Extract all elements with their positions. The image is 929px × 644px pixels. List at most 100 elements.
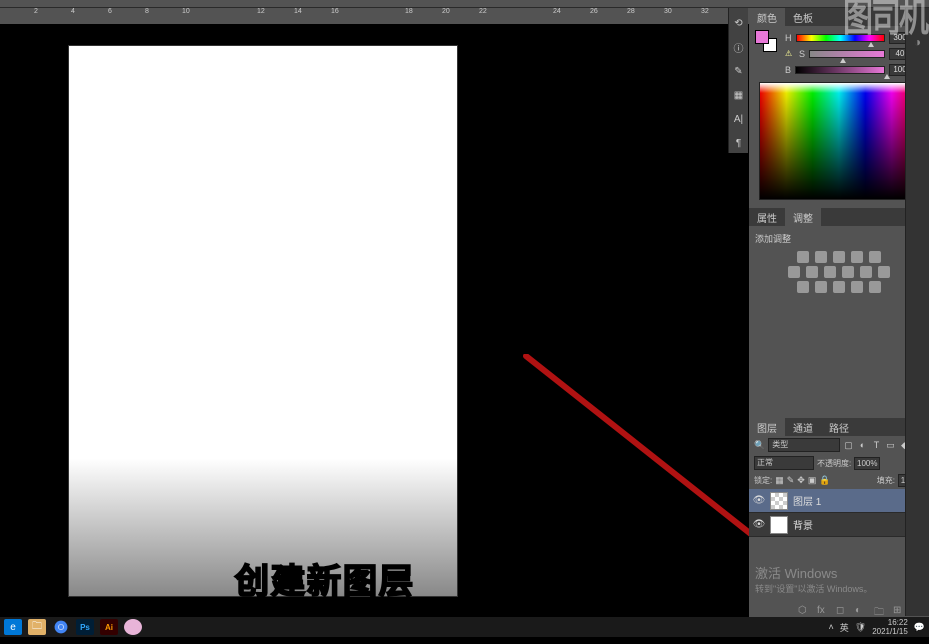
search-icon[interactable]: 🔍 <box>754 440 765 451</box>
lock-label: 锁定: <box>754 475 772 486</box>
gamut-warning-icon[interactable]: ⚠ <box>785 49 795 59</box>
illustrator-icon[interactable]: Ai <box>100 619 118 635</box>
sat-label: S <box>799 49 805 59</box>
lock-artboard-icon[interactable]: ▣ <box>808 475 817 486</box>
ime-indicator[interactable]: 英 <box>840 621 849 634</box>
photoshop-icon[interactable]: Ps <box>76 619 94 635</box>
ruler-tick: 14 <box>294 8 302 15</box>
opacity-value[interactable]: 100% <box>854 457 880 470</box>
tab-adjustments[interactable]: 调整 <box>785 208 821 227</box>
filter-adjust-icon[interactable]: ◐ <box>857 440 868 451</box>
selective-color-icon[interactable] <box>869 281 881 293</box>
layer-list: 👁 图层 1 👁 背景 🔒 <box>749 489 929 537</box>
layer-group-icon[interactable]: 🗀 <box>874 605 885 616</box>
hue-sat-icon[interactable] <box>788 266 800 278</box>
lock-position-icon[interactable]: ✥ <box>797 475 805 486</box>
new-layer-icon[interactable]: ⊞ <box>893 605 904 616</box>
history-icon[interactable]: ⟲ <box>732 16 746 30</box>
layer-name[interactable]: 背景 <box>793 517 813 532</box>
character-icon[interactable]: A| <box>732 112 746 126</box>
sat-slider[interactable] <box>809 50 885 58</box>
lock-pixels-icon[interactable]: ✎ <box>787 475 795 486</box>
ruler-tick: 26 <box>590 8 598 15</box>
layer-item[interactable]: 👁 图层 1 <box>749 489 929 513</box>
bri-slider[interactable] <box>795 66 885 74</box>
filter-shape-icon[interactable]: ▭ <box>885 440 896 451</box>
canvas-viewport[interactable]: 创建新图层 <box>0 24 728 616</box>
photo-filter-icon[interactable] <box>842 266 854 278</box>
blend-mode-select[interactable]: 正常 <box>754 456 814 470</box>
windows-activation-notice: 激活 Windows 转到"设置"以激活 Windows。 <box>749 557 929 601</box>
ruler-tick: 6 <box>108 8 112 15</box>
tray-expand-icon[interactable]: ˄ <box>828 622 833 632</box>
ruler-tick: 18 <box>405 8 413 15</box>
edge-icon[interactable]: e <box>4 619 22 635</box>
posterize-icon[interactable] <box>815 281 827 293</box>
ruler-tick: 32 <box>701 8 709 15</box>
filter-pixel-icon[interactable]: ▢ <box>843 440 854 451</box>
ruler-tick: 10 <box>182 8 190 15</box>
paragraph-icon[interactable]: ¶ <box>732 136 746 150</box>
security-icon[interactable]: 🛡 <box>855 622 866 633</box>
layer-name[interactable]: 图层 1 <box>793 493 821 508</box>
tab-channels[interactable]: 通道 <box>785 418 821 437</box>
layer-item[interactable]: 👁 背景 🔒 <box>749 513 929 537</box>
info-icon[interactable]: ⓘ <box>732 40 746 54</box>
chrome-icon[interactable] <box>52 619 70 635</box>
taskbar-clock[interactable]: 16:22 2021/1/15 <box>872 618 908 636</box>
layer-fx-icon[interactable]: fx <box>817 605 828 616</box>
layer-filter-type[interactable]: 类型 <box>768 438 840 452</box>
notification-icon[interactable]: 💬 <box>914 622 925 633</box>
visibility-eye-icon[interactable]: 👁 <box>753 495 765 507</box>
activation-subtitle: 转到"设置"以激活 Windows。 <box>755 582 923 595</box>
bri-label: B <box>785 65 791 75</box>
ruler-tick: 24 <box>553 8 561 15</box>
brush-icon[interactable]: ✎ <box>732 64 746 78</box>
tab-color[interactable]: 颜色 <box>749 8 785 27</box>
tab-paths[interactable]: 路径 <box>821 418 857 437</box>
visibility-eye-icon[interactable]: 👁 <box>753 519 765 531</box>
adjustments-panel: 添加调整 <box>749 226 929 418</box>
curves-icon[interactable] <box>833 251 845 263</box>
tab-swatches[interactable]: 色板 <box>785 8 821 27</box>
color-balance-icon[interactable] <box>806 266 818 278</box>
adjustment-layer-icon[interactable]: ◐ <box>855 605 866 616</box>
brightness-icon[interactable] <box>797 251 809 263</box>
link-layers-icon[interactable]: ⬡ <box>798 605 809 616</box>
layer-thumbnail[interactable] <box>770 492 788 510</box>
activation-title: 激活 Windows <box>755 563 923 582</box>
ruler-tick: 20 <box>442 8 450 15</box>
annotation-text: 创建新图层 <box>235 554 415 603</box>
layer-mask-icon[interactable]: ◻ <box>836 605 847 616</box>
channel-mixer-icon[interactable] <box>860 266 872 278</box>
lock-all-icon[interactable]: 🔒 <box>819 475 830 486</box>
vibrance-icon[interactable] <box>869 251 881 263</box>
bw-icon[interactable] <box>824 266 836 278</box>
invert-icon[interactable] <box>797 281 809 293</box>
color-spectrum[interactable] <box>759 82 919 200</box>
filter-type-icon[interactable]: T <box>871 440 882 451</box>
layers-panel-tabs: 图层 通道 路径 ≡ <box>749 418 929 436</box>
layer-thumbnail[interactable] <box>770 516 788 534</box>
exposure-icon[interactable] <box>851 251 863 263</box>
foreground-color-swatch[interactable] <box>755 30 769 44</box>
swatch-icon[interactable]: ▦ <box>732 88 746 102</box>
hue-label: H <box>785 33 792 43</box>
pink-app-icon[interactable] <box>124 619 142 635</box>
threshold-icon[interactable] <box>833 281 845 293</box>
tab-properties[interactable]: 属性 <box>749 208 785 227</box>
color-lookup-icon[interactable] <box>878 266 890 278</box>
levels-icon[interactable] <box>815 251 827 263</box>
ruler-tick: 28 <box>627 8 635 15</box>
collapsed-panel-strip: ⟲ ⓘ ✎ ▦ A| ¶ <box>728 8 748 153</box>
ruler-tick: 8 <box>145 8 149 15</box>
tab-layers[interactable]: 图层 <box>749 418 785 437</box>
lock-transparent-icon[interactable]: ▦ <box>775 475 784 486</box>
gradient-map-icon[interactable] <box>851 281 863 293</box>
ruler-tick: 2 <box>34 8 38 15</box>
layers-panel: 🔍 类型 ▢ ◐ T ▭ ◆ ◯ 正常 不透明度: 100% 锁定: ▦ ✎ ✥… <box>749 436 929 619</box>
adjust-label: 添加调整 <box>755 232 923 245</box>
document-canvas[interactable] <box>69 46 457 596</box>
file-explorer-icon[interactable]: 🗀 <box>28 619 46 635</box>
color-swatch[interactable] <box>755 30 777 52</box>
